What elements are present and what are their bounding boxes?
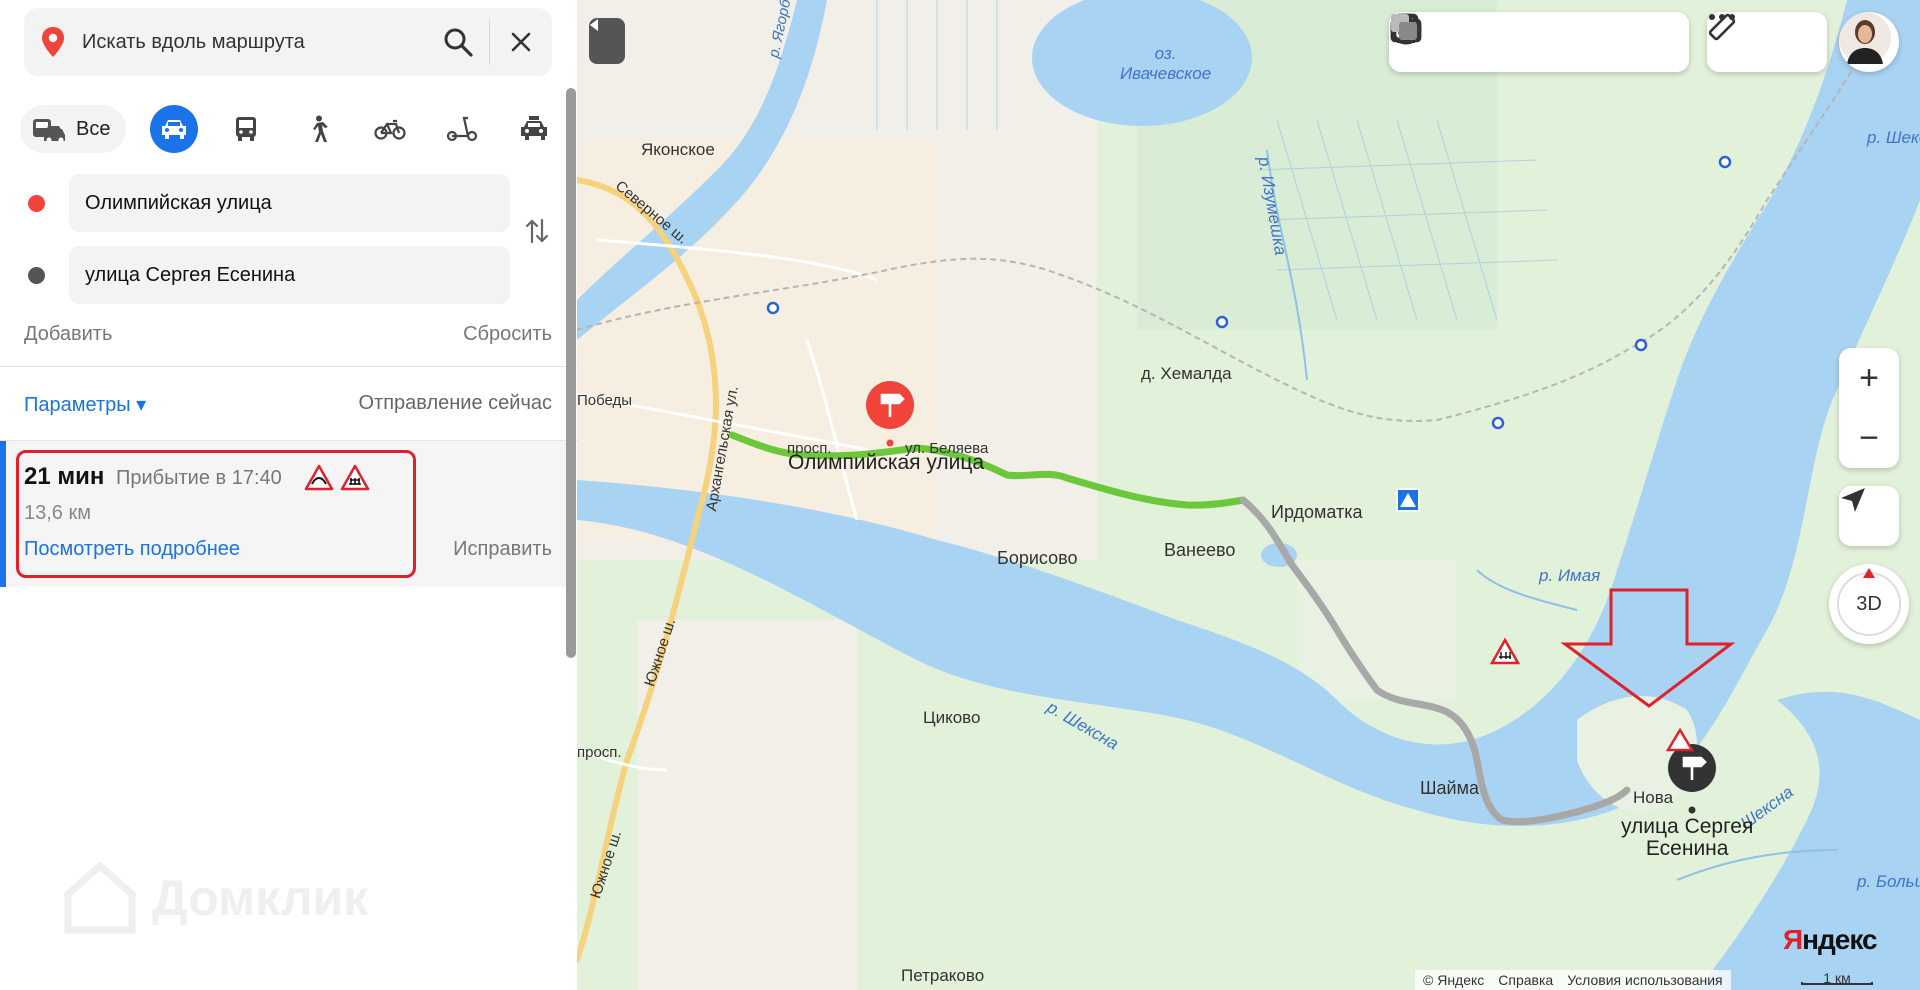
- reset-link[interactable]: Сбросить: [463, 323, 552, 346]
- my-location-button[interactable]: [1839, 486, 1899, 546]
- from-dot-icon: [28, 194, 45, 212]
- search-icon[interactable]: [427, 8, 489, 76]
- label-petrakovo: Петраково: [901, 966, 985, 985]
- zoom-in-button[interactable]: +: [1839, 348, 1899, 408]
- walk-icon: [313, 115, 329, 142]
- copyright-link[interactable]: © Яндекс: [1423, 972, 1484, 988]
- label-sheksna2: р. Шекс: [1867, 128, 1920, 147]
- 3d-toggle-button[interactable]: 3D: [1829, 564, 1909, 644]
- compass-north-icon: [1863, 568, 1875, 578]
- taxi-icon: [521, 116, 548, 140]
- label-lake: оз. Ивачевское: [1120, 44, 1212, 83]
- params-dropdown[interactable]: Параметры ▾: [24, 392, 146, 417]
- map-footer: © Яндекс Справка Условия использования: [1415, 970, 1731, 990]
- waypoint-from: Олимпийская улица: [20, 174, 510, 232]
- yandex-logo: Яндекс: [1783, 924, 1878, 956]
- layers-toolbar: [1389, 12, 1689, 72]
- mode-taxi-button[interactable]: [510, 105, 558, 153]
- yandex-logo-text: Яндекс: [1783, 924, 1878, 955]
- route-duration: 21 мин: [24, 463, 105, 490]
- mode-all-button[interactable]: Все: [20, 105, 127, 153]
- mode-all-label: Все: [76, 117, 111, 140]
- route-fix-link[interactable]: Исправить: [453, 538, 552, 561]
- waypoint-to: улица Сергея Есенина: [20, 246, 510, 304]
- swap-waypoints-icon[interactable]: [524, 218, 550, 251]
- route-sidebar: Искать вдоль маршрута Все Олимпийская ул…: [0, 0, 577, 990]
- mode-walk-button[interactable]: [294, 105, 342, 153]
- car-bus-icon: [33, 119, 65, 143]
- bike-icon: [374, 119, 407, 140]
- label-yakonskoe: Яконское: [641, 140, 715, 159]
- params-row: Параметры ▾ Отправление сейчас: [24, 392, 552, 417]
- car-icon: [162, 120, 187, 139]
- label-vaneevo: Ванеево: [1164, 540, 1236, 560]
- mode-car-button[interactable]: [150, 105, 199, 153]
- user-photo-icon: [1839, 12, 1891, 64]
- sidebar-scrollbar[interactable]: [566, 88, 576, 658]
- route-search-box[interactable]: Искать вдоль маршрута: [24, 8, 552, 76]
- from-field[interactable]: Олимпийская улица: [69, 174, 510, 232]
- help-link[interactable]: Справка: [1498, 972, 1553, 988]
- location-pin-icon: [24, 26, 82, 58]
- route-arrival: Прибытие в 17:40: [116, 467, 282, 489]
- waypoint-actions: Добавить Сбросить: [24, 323, 552, 346]
- route-option-card[interactable]: 21 мин Прибытие в 17:40 13,6 км Посмотре…: [0, 441, 566, 587]
- label-nova: Нова: [1633, 788, 1674, 807]
- triangle-left-icon: [590, 19, 598, 31]
- mode-scooter-button[interactable]: [438, 105, 486, 153]
- to-field[interactable]: улица Сергея Есенина: [69, 246, 510, 304]
- zoom-controls: + −: [1839, 348, 1899, 468]
- label-olimp: Олимпийская улица: [788, 451, 985, 474]
- transport-modes: Все: [20, 104, 582, 154]
- label-hemalda: д. Хемалда: [1141, 364, 1232, 383]
- more-icon[interactable]: [1707, 12, 1737, 22]
- route-search-input[interactable]: Искать вдоль маршрута: [82, 31, 427, 54]
- scale-bar: [1801, 982, 1873, 985]
- railway-crossing-warning-icon: [340, 464, 370, 491]
- domclick-watermark: Домклик: [62, 860, 368, 936]
- label-pobedy: Победы: [577, 392, 633, 409]
- terms-link[interactable]: Условия использования: [1567, 972, 1722, 988]
- label-shaima: Шайма: [1420, 778, 1479, 798]
- add-waypoint-link[interactable]: Добавить: [24, 323, 112, 346]
- route-distance: 13,6 км: [24, 502, 91, 524]
- divider: [0, 366, 577, 367]
- route-details-link[interactable]: Посмотреть подробнее: [24, 538, 240, 561]
- pedestrian-crossing-sign: [1396, 488, 1420, 512]
- close-icon[interactable]: [490, 8, 552, 76]
- zoom-out-button[interactable]: −: [1839, 408, 1899, 468]
- map-canvas[interactable]: оз. Ивачевское Яконское Северное ш. Побе…: [577, 0, 1920, 990]
- label-imaya: р. Имая: [1539, 566, 1601, 585]
- navigation-arrow-icon: [1841, 488, 1865, 512]
- label-prosp2: просп.: [577, 744, 622, 761]
- user-avatar[interactable]: [1839, 12, 1899, 72]
- bus-icon: [236, 117, 257, 141]
- compass-ring: [1837, 572, 1901, 636]
- label-borisovo: Борисово: [997, 548, 1078, 568]
- label-tsikovo: Циково: [923, 708, 981, 727]
- label-bolshoy: р. Большо: [1857, 872, 1920, 891]
- departure-time[interactable]: Отправление сейчас: [359, 392, 553, 417]
- mode-bus-button[interactable]: [222, 105, 270, 153]
- road-bump-warning-icon: [304, 464, 334, 491]
- scooter-icon: [447, 116, 478, 142]
- house-logo-icon: [64, 861, 136, 934]
- map-scale: 1 км: [1797, 970, 1877, 990]
- to-dot-icon: [28, 266, 45, 284]
- watermark-text: Домклик: [152, 870, 369, 926]
- label-irdomatka: Ирдоматка: [1271, 502, 1363, 522]
- tools-toolbar: [1707, 12, 1827, 72]
- copy-layer-icon[interactable]: [1389, 12, 1419, 42]
- mode-bike-button[interactable]: [366, 105, 414, 153]
- selected-accent: [0, 441, 6, 587]
- label-esenina: улица Сергея Есенина: [1621, 815, 1754, 860]
- collapse-sidebar-button[interactable]: [589, 18, 625, 64]
